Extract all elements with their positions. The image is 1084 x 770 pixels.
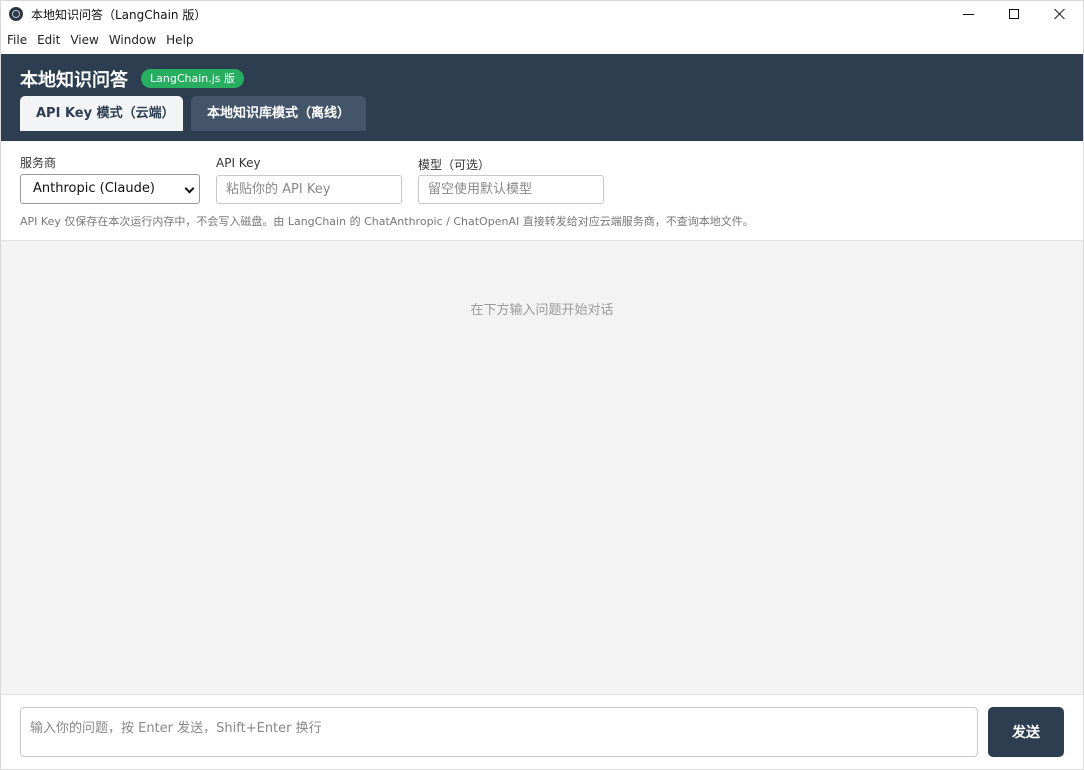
empty-chat-hint: 在下方输入问题开始对话 bbox=[470, 303, 614, 318]
menu-window[interactable]: Window bbox=[104, 27, 161, 54]
chat-messages-area[interactable]: 在下方输入问题开始对话 bbox=[1, 242, 1083, 694]
window-controls bbox=[945, 1, 1083, 27]
composer: 发送 bbox=[1, 694, 1083, 769]
model-label: 模型（可选） bbox=[418, 158, 491, 172]
api-key-label: API Key bbox=[216, 156, 261, 170]
provider-label: 服务商 bbox=[20, 156, 57, 170]
minimize-button[interactable] bbox=[945, 1, 991, 27]
send-button[interactable]: 发送 bbox=[988, 707, 1064, 757]
tab-api-key-mode[interactable]: API Key 模式（云端） bbox=[20, 96, 183, 131]
settings-panel: 服务商 Anthropic (Claude) API Key 模型（可选） AP… bbox=[1, 141, 1083, 241]
menu-file[interactable]: File bbox=[2, 27, 32, 54]
close-icon bbox=[1054, 8, 1066, 20]
provider-selected-value: Anthropic (Claude) bbox=[33, 181, 155, 196]
provider-select[interactable]: Anthropic (Claude) bbox=[20, 174, 200, 204]
minimize-icon bbox=[962, 13, 974, 15]
menu-help[interactable]: Help bbox=[161, 27, 198, 54]
electron-app-icon bbox=[9, 7, 23, 21]
maximize-button[interactable] bbox=[991, 1, 1037, 27]
api-key-input[interactable] bbox=[216, 175, 402, 204]
window-title: 本地知识问答（LangChain 版） bbox=[31, 7, 207, 22]
maximize-icon bbox=[1009, 9, 1019, 19]
chevron-down-icon bbox=[184, 183, 195, 194]
tab-local-kb-mode[interactable]: 本地知识库模式（离线） bbox=[191, 96, 366, 131]
app-title: 本地知识问答 bbox=[20, 70, 128, 91]
version-badge: LangChain.js 版 bbox=[141, 69, 245, 88]
app-window: 本地知识问答（LangChain 版） File Edit View Windo… bbox=[0, 0, 1084, 770]
message-input[interactable] bbox=[20, 707, 978, 757]
title-bar: 本地知识问答（LangChain 版） bbox=[1, 1, 1083, 27]
menu-view[interactable]: View bbox=[65, 27, 103, 54]
menu-bar: File Edit View Window Help bbox=[1, 27, 1083, 54]
mode-tabs: API Key 模式（云端） 本地知识库模式（离线） bbox=[20, 96, 374, 131]
menu-edit[interactable]: Edit bbox=[32, 27, 65, 54]
close-button[interactable] bbox=[1037, 1, 1083, 27]
api-key-hint: API Key 仅保存在本次运行内存中，不会写入磁盘。由 LangChain 的… bbox=[20, 215, 754, 228]
app-header: 本地知识问答 LangChain.js 版 API Key 模式（云端） 本地知… bbox=[1, 54, 1083, 141]
model-input[interactable] bbox=[418, 175, 604, 204]
